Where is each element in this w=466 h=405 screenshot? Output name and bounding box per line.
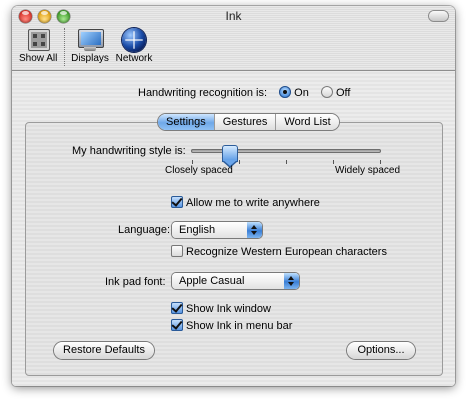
tab-gestures[interactable]: Gestures: [215, 114, 277, 130]
recognition-row: Handwriting recognition is: On Off: [138, 86, 350, 99]
show-ink-menubar-checkbox[interactable]: Show Ink in menu bar: [171, 319, 292, 332]
show-ink-window-checkbox[interactable]: Show Ink window: [171, 302, 271, 315]
checkbox-checked-icon: [171, 319, 183, 331]
show-all-icon: [25, 28, 51, 52]
checkbox-checked-icon: [171, 302, 183, 314]
display-icon: [77, 28, 104, 52]
toolbar-separator: [64, 28, 65, 66]
language-value: English: [179, 224, 216, 236]
handwriting-style-label: My handwriting style is:: [72, 145, 186, 157]
show-all-label: Show All: [19, 53, 58, 64]
checkbox-checked-icon: [171, 196, 183, 208]
show-all-button[interactable]: Show All: [19, 28, 57, 64]
western-european-label: Recognize Western European characters: [186, 246, 387, 258]
network-globe-icon: [121, 28, 147, 52]
show-ink-window-label: Show Ink window: [186, 303, 271, 315]
displays-button[interactable]: Displays: [70, 28, 110, 64]
write-anywhere-label: Allow me to write anywhere: [186, 197, 320, 209]
tab-word-list[interactable]: Word List: [276, 114, 338, 130]
window-title: Ink: [225, 9, 242, 23]
slider-tick: [192, 160, 193, 164]
slider-tick: [380, 160, 381, 164]
title-bar: Ink Show All Displays Network: [12, 6, 455, 71]
ink-pad-font-label: Ink pad font:: [105, 276, 166, 288]
slider-min-label: Closely spaced: [165, 165, 233, 176]
toolbar-toggle-button[interactable]: [429, 11, 448, 21]
show-ink-menubar-label: Show Ink in menu bar: [186, 320, 293, 332]
recognition-label: Handwriting recognition is:: [138, 87, 268, 99]
handwriting-style-slider[interactable]: [191, 149, 381, 153]
slider-thumb[interactable]: [222, 145, 238, 168]
radio-unselected-icon: [320, 86, 333, 98]
tab-bar: Settings Gestures Word List: [158, 114, 339, 130]
checkbox-unchecked-icon: [171, 245, 183, 257]
restore-defaults-button[interactable]: Restore Defaults: [54, 342, 154, 359]
recognition-on-radio[interactable]: On: [279, 86, 309, 99]
tab-settings[interactable]: Settings: [158, 114, 215, 130]
recognition-off-radio[interactable]: Off: [320, 86, 351, 99]
options-button[interactable]: Options...: [347, 342, 415, 359]
language-label: Language:: [118, 224, 170, 236]
slider-tick: [239, 160, 240, 164]
network-button[interactable]: Network: [113, 28, 155, 64]
slider-tick: [333, 160, 334, 164]
slider-max-label: Widely spaced: [335, 165, 401, 176]
write-anywhere-checkbox[interactable]: Allow me to write anywhere: [171, 196, 320, 209]
slider-tick: [286, 160, 287, 164]
ink-pad-font-popup[interactable]: Apple Casual: [172, 273, 299, 289]
network-label: Network: [115, 53, 153, 64]
radio-selected-icon: [279, 86, 292, 98]
popup-arrows-icon: [247, 222, 262, 238]
western-european-checkbox[interactable]: Recognize Western European characters: [171, 245, 387, 258]
ink-preferences-window: Ink Show All Displays Network Handwritin…: [12, 6, 455, 386]
recognition-off-label: Off: [335, 87, 351, 99]
language-popup[interactable]: English: [172, 222, 262, 238]
popup-arrows-icon: [284, 273, 299, 289]
recognition-on-label: On: [294, 87, 309, 99]
font-value: Apple Casual: [179, 275, 245, 287]
displays-label: Displays: [71, 53, 109, 64]
